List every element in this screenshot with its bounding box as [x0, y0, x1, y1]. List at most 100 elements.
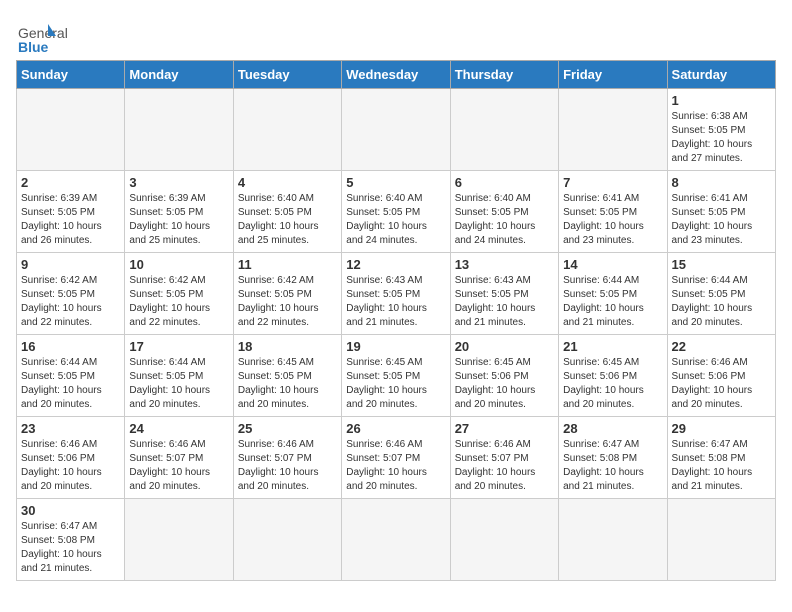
day-number: 30	[21, 503, 120, 518]
day-number: 18	[238, 339, 337, 354]
calendar-cell: 13 Sunrise: 6:43 AM Sunset: 5:05 PM Dayli…	[450, 253, 558, 335]
calendar-cell: 30 Sunrise: 6:47 AM Sunset: 5:08 PM Dayli…	[17, 499, 125, 581]
calendar-cell: 12Sunrise: 6:43 AM Sunset: 5:05 PM Dayli…	[342, 253, 450, 335]
calendar-cell: 15Sunrise: 6:44 AM Sunset: 5:05 PM Dayli…	[667, 253, 775, 335]
column-header-monday: Monday	[125, 61, 233, 89]
day-number: 17	[129, 339, 228, 354]
day-info: Sunrise: 6:41 AM Sunset: 5:05 PM Dayligh…	[672, 192, 771, 248]
day-info: Sunrise: 6:46 AM Sunset: 5:07 PM Dayligh…	[455, 438, 554, 494]
day-number: 6	[455, 175, 554, 190]
calendar-cell	[342, 89, 450, 171]
calendar-cell: 23 Sunrise: 6:46 AM Sunset: 5:06 PM Dayli…	[17, 417, 125, 499]
day-info: Sunrise: 6:45 AM Sunset: 5:05 PM Dayligh…	[346, 356, 445, 412]
day-info: Sunrise: 6:46 AM Sunset: 5:06 PM Dayligh…	[21, 438, 120, 494]
calendar-cell: 19 Sunrise: 6:45 AM Sunset: 5:05 PM Dayli…	[342, 335, 450, 417]
day-info: Sunrise: 6:45 AM Sunset: 5:06 PM Dayligh…	[455, 356, 554, 412]
day-number: 20	[455, 339, 554, 354]
calendar-cell: 4Sunrise: 6:40 AM Sunset: 5:05 PM Daylig…	[233, 171, 341, 253]
day-number: 27	[455, 421, 554, 436]
calendar-cell	[125, 499, 233, 581]
day-info: Sunrise: 6:47 AM Sunset: 5:08 PM Dayligh…	[21, 520, 120, 576]
day-number: 9	[21, 257, 120, 272]
calendar-cell: 29 Sunrise: 6:47 AM Sunset: 5:08 PM Dayli…	[667, 417, 775, 499]
day-number: 22	[672, 339, 771, 354]
calendar-header-row: SundayMondayTuesdayWednesdayThursdayFrid…	[17, 61, 776, 89]
calendar-cell: 3Sunrise: 6:39 AM Sunset: 5:05 PM Daylig…	[125, 171, 233, 253]
day-info: Sunrise: 6:41 AM Sunset: 5:05 PM Dayligh…	[563, 192, 662, 248]
week-row-4: 16 Sunrise: 6:44 AM Sunset: 5:05 PM Dayli…	[17, 335, 776, 417]
day-info: Sunrise: 6:38 AM Sunset: 5:05 PM Dayligh…	[672, 110, 771, 166]
week-row-3: 9 Sunrise: 6:42 AM Sunset: 5:05 PM Daylig…	[17, 253, 776, 335]
week-row-2: 2Sunrise: 6:39 AM Sunset: 5:05 PM Daylig…	[17, 171, 776, 253]
day-number: 23	[21, 421, 120, 436]
day-number: 10	[129, 257, 228, 272]
logo: General Blue	[16, 16, 86, 56]
day-number: 28	[563, 421, 662, 436]
day-info: Sunrise: 6:40 AM Sunset: 5:05 PM Dayligh…	[238, 192, 337, 248]
day-info: Sunrise: 6:44 AM Sunset: 5:05 PM Dayligh…	[129, 356, 228, 412]
week-row-1: 1 Sunrise: 6:38 AM Sunset: 5:05 PM Daylig…	[17, 89, 776, 171]
day-number: 16	[21, 339, 120, 354]
calendar-cell: 24Sunrise: 6:46 AM Sunset: 5:07 PM Dayli…	[125, 417, 233, 499]
calendar-cell: 26Sunrise: 6:46 AM Sunset: 5:07 PM Dayli…	[342, 417, 450, 499]
calendar-table: SundayMondayTuesdayWednesdayThursdayFrid…	[16, 60, 776, 581]
calendar-cell: 21Sunrise: 6:45 AM Sunset: 5:06 PM Dayli…	[559, 335, 667, 417]
calendar-cell: 27 Sunrise: 6:46 AM Sunset: 5:07 PM Dayli…	[450, 417, 558, 499]
day-number: 25	[238, 421, 337, 436]
day-number: 11	[238, 257, 337, 272]
calendar-cell: 11 Sunrise: 6:42 AM Sunset: 5:05 PM Dayli…	[233, 253, 341, 335]
day-info: Sunrise: 6:47 AM Sunset: 5:08 PM Dayligh…	[672, 438, 771, 494]
calendar-cell: 10 Sunrise: 6:42 AM Sunset: 5:05 PM Dayli…	[125, 253, 233, 335]
day-number: 13	[455, 257, 554, 272]
day-info: Sunrise: 6:46 AM Sunset: 5:07 PM Dayligh…	[129, 438, 228, 494]
day-info: Sunrise: 6:43 AM Sunset: 5:05 PM Dayligh…	[455, 274, 554, 330]
calendar-cell	[233, 89, 341, 171]
calendar-cell: 1 Sunrise: 6:38 AM Sunset: 5:05 PM Daylig…	[667, 89, 775, 171]
calendar-cell: 7 Sunrise: 6:41 AM Sunset: 5:05 PM Daylig…	[559, 171, 667, 253]
page-header: General Blue	[16, 16, 776, 56]
week-row-6: 30 Sunrise: 6:47 AM Sunset: 5:08 PM Dayli…	[17, 499, 776, 581]
day-number: 21	[563, 339, 662, 354]
calendar-cell	[667, 499, 775, 581]
day-info: Sunrise: 6:46 AM Sunset: 5:06 PM Dayligh…	[672, 356, 771, 412]
day-info: Sunrise: 6:46 AM Sunset: 5:07 PM Dayligh…	[346, 438, 445, 494]
calendar-cell: 14 Sunrise: 6:44 AM Sunset: 5:05 PM Dayli…	[559, 253, 667, 335]
day-info: Sunrise: 6:40 AM Sunset: 5:05 PM Dayligh…	[455, 192, 554, 248]
column-header-tuesday: Tuesday	[233, 61, 341, 89]
calendar-cell: 22 Sunrise: 6:46 AM Sunset: 5:06 PM Dayli…	[667, 335, 775, 417]
day-info: Sunrise: 6:43 AM Sunset: 5:05 PM Dayligh…	[346, 274, 445, 330]
day-info: Sunrise: 6:44 AM Sunset: 5:05 PM Dayligh…	[563, 274, 662, 330]
day-info: Sunrise: 6:42 AM Sunset: 5:05 PM Dayligh…	[238, 274, 337, 330]
calendar-cell: 9Sunrise: 6:42 AM Sunset: 5:05 PM Daylig…	[17, 253, 125, 335]
day-number: 14	[563, 257, 662, 272]
logo-icon: General Blue	[16, 16, 86, 56]
calendar-cell: 8 Sunrise: 6:41 AM Sunset: 5:05 PM Daylig…	[667, 171, 775, 253]
day-number: 1	[672, 93, 771, 108]
day-info: Sunrise: 6:47 AM Sunset: 5:08 PM Dayligh…	[563, 438, 662, 494]
day-number: 19	[346, 339, 445, 354]
day-number: 8	[672, 175, 771, 190]
calendar-cell: 20 Sunrise: 6:45 AM Sunset: 5:06 PM Dayli…	[450, 335, 558, 417]
column-header-saturday: Saturday	[667, 61, 775, 89]
day-info: Sunrise: 6:39 AM Sunset: 5:05 PM Dayligh…	[129, 192, 228, 248]
calendar-cell	[233, 499, 341, 581]
day-number: 7	[563, 175, 662, 190]
calendar-cell: 6 Sunrise: 6:40 AM Sunset: 5:05 PM Daylig…	[450, 171, 558, 253]
day-info: Sunrise: 6:46 AM Sunset: 5:07 PM Dayligh…	[238, 438, 337, 494]
day-info: Sunrise: 6:40 AM Sunset: 5:05 PM Dayligh…	[346, 192, 445, 248]
calendar-cell	[450, 499, 558, 581]
calendar-cell	[450, 89, 558, 171]
calendar-cell: 16 Sunrise: 6:44 AM Sunset: 5:05 PM Dayli…	[17, 335, 125, 417]
column-header-sunday: Sunday	[17, 61, 125, 89]
calendar-cell: 28 Sunrise: 6:47 AM Sunset: 5:08 PM Dayli…	[559, 417, 667, 499]
day-info: Sunrise: 6:44 AM Sunset: 5:05 PM Dayligh…	[21, 356, 120, 412]
calendar-cell: 25 Sunrise: 6:46 AM Sunset: 5:07 PM Dayli…	[233, 417, 341, 499]
day-info: Sunrise: 6:42 AM Sunset: 5:05 PM Dayligh…	[129, 274, 228, 330]
calendar-cell: 17 Sunrise: 6:44 AM Sunset: 5:05 PM Dayli…	[125, 335, 233, 417]
column-header-wednesday: Wednesday	[342, 61, 450, 89]
day-number: 29	[672, 421, 771, 436]
calendar-cell	[342, 499, 450, 581]
day-number: 15	[672, 257, 771, 272]
calendar-cell	[559, 89, 667, 171]
calendar-cell	[125, 89, 233, 171]
